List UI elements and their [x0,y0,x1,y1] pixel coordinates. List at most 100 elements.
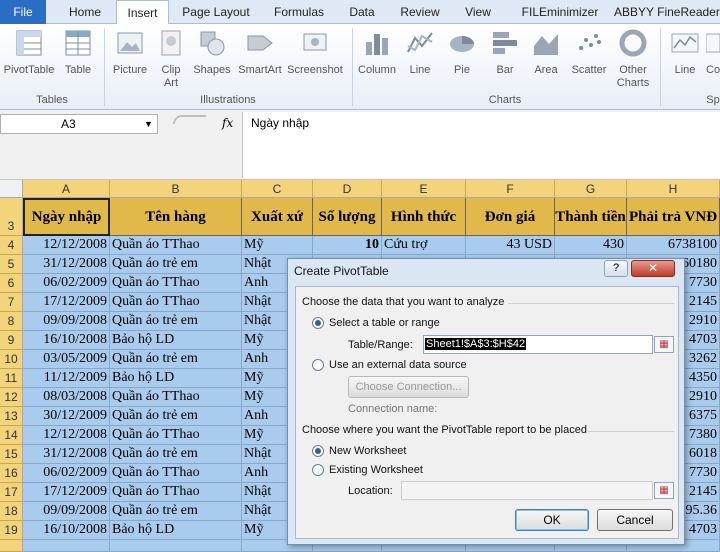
radio-existing-worksheet[interactable] [312,464,324,476]
table-cell[interactable]: Quần áo TThao [110,388,242,407]
row-header[interactable]: 7 [0,293,23,312]
table-cell[interactable] [110,540,242,552]
row-header[interactable]: 9 [0,331,23,350]
radio-external-source[interactable] [312,359,324,371]
tab-data[interactable]: Data [340,0,384,24]
radio-external-source-label[interactable]: Use an external data source [329,359,467,371]
tab-view[interactable]: View [456,0,500,24]
ok-button[interactable]: OK [515,509,589,531]
row-header[interactable]: 14 [0,426,23,445]
row-header[interactable]: 17 [0,483,23,502]
location-input[interactable] [401,481,653,500]
table-cell[interactable]: 12/12/2008 [23,426,110,445]
table-cell[interactable]: Quần áo TThao [110,293,242,312]
table-cell[interactable]: Mỹ [242,236,313,255]
formula-input[interactable]: Ngày nhập [242,112,720,178]
table-button[interactable]: Table [60,28,96,77]
table-cell[interactable]: Quần áo trẻ em [110,445,242,464]
column-header[interactable]: D [313,180,382,198]
table-cell[interactable]: 09/09/2008 [23,312,110,331]
close-button[interactable]: ✕ [631,260,675,277]
choose-connection-button[interactable]: Choose Connection... [348,376,469,398]
table-cell[interactable]: Quần áo trẻ em [110,312,242,331]
screenshot-button[interactable]: Screenshot [286,28,344,77]
radio-select-table[interactable] [312,317,324,329]
table-header-cell[interactable]: Phải trả VNĐ [627,198,720,236]
table-cell[interactable]: Quần áo TThao [110,236,242,255]
tab-insert[interactable]: Insert [116,0,169,25]
tab-page-layout[interactable]: Page Layout [176,0,256,24]
smartart-button[interactable]: SmartArt [236,28,284,77]
table-cell[interactable]: 31/12/2008 [23,255,110,274]
table-header-cell[interactable]: Đơn giá [466,198,555,236]
column-header[interactable]: H [627,180,720,198]
table-cell[interactable]: Quần áo trẻ em [110,350,242,369]
table-cell[interactable]: Quần áo trẻ em [110,255,242,274]
tab-review[interactable]: Review [394,0,446,24]
column-header[interactable]: B [110,180,242,198]
table-cell[interactable]: Quần áo trẻ em [110,502,242,521]
table-cell[interactable]: 06/02/2009 [23,274,110,293]
scatter-chart-button[interactable]: Scatter [568,28,610,77]
row-header[interactable]: 12 [0,388,23,407]
tab-home[interactable]: Home [60,0,110,24]
row-header[interactable]: 10 [0,350,23,369]
tab-fileminimizer[interactable]: FILEminimizer [510,0,610,24]
radio-new-worksheet[interactable] [312,445,324,457]
select-all-corner[interactable] [0,180,23,198]
table-header-cell[interactable]: Thành tiền [555,198,627,236]
other-charts-button[interactable]: Other Charts [612,28,654,90]
radio-existing-worksheet-label[interactable]: Existing Worksheet [329,464,423,476]
table-cell[interactable]: Quần áo TThao [110,483,242,502]
row-header[interactable]: 11 [0,369,23,388]
table-cell[interactable]: 10 [313,236,382,255]
table-cell[interactable]: 6738100 [627,236,720,255]
sparkline-line-button[interactable]: Line [666,28,704,77]
row-header[interactable]: 19 [0,521,23,540]
chevron-down-icon[interactable]: ▼ [144,115,153,133]
clipart-button[interactable]: Clip Art [154,28,188,90]
picture-button[interactable]: Picture [110,28,150,77]
table-cell[interactable]: 06/02/2009 [23,464,110,483]
collapse-dialog-icon[interactable]: ▦ [654,482,674,499]
table-cell[interactable]: Quần áo trẻ em [110,407,242,426]
table-cell[interactable]: 31/12/2008 [23,445,110,464]
row-header[interactable]: 3 [0,198,23,236]
table-header-cell[interactable]: Xuất xứ [242,198,313,236]
table-cell[interactable]: Quần áo TThao [110,274,242,293]
pivottable-button[interactable]: PivotTable [2,28,56,77]
bar-chart-button[interactable]: Bar [486,28,524,77]
table-cell[interactable]: 12/12/2008 [23,236,110,255]
radio-new-worksheet-label[interactable]: New Worksheet [329,445,406,457]
area-chart-button[interactable]: Area [526,28,566,77]
column-chart-button[interactable]: Column [356,28,398,77]
table-cell[interactable]: Bảo hộ LD [110,369,242,388]
table-header-cell[interactable]: Ngày nhập [23,198,110,236]
line-chart-button[interactable]: Line [402,28,438,77]
table-cell[interactable]: 17/12/2009 [23,483,110,502]
row-header[interactable]: 18 [0,502,23,521]
table-cell[interactable]: Bảo hộ LD [110,331,242,350]
shapes-button[interactable]: Shapes [192,28,232,77]
table-range-input[interactable]: Sheet1!$A$3:$H$42 [423,335,653,354]
table-cell[interactable]: Cứu trợ [382,236,466,255]
row-header[interactable]: 6 [0,274,23,293]
table-cell[interactable]: 16/10/2008 [23,331,110,350]
row-header[interactable]: 16 [0,464,23,483]
column-header[interactable]: G [555,180,627,198]
row-header[interactable]: 13 [0,407,23,426]
insert-function-icon[interactable]: fx [222,116,233,130]
table-header-cell[interactable]: Hình thức [382,198,466,236]
tab-abbyy[interactable]: ABBYY FineReader 11 [614,0,720,43]
table-header-cell[interactable]: Tên hàng [110,198,242,236]
table-cell[interactable]: 03/05/2009 [23,350,110,369]
row-header[interactable]: 4 [0,236,23,255]
tab-file[interactable]: File [0,0,46,24]
table-cell[interactable]: 17/12/2009 [23,293,110,312]
row-header[interactable] [0,540,23,552]
table-cell[interactable]: 43 USD [466,236,555,255]
cancel-button[interactable]: Cancel [597,509,673,531]
tab-formulas[interactable]: Formulas [266,0,332,24]
column-header[interactable]: C [242,180,313,198]
row-header[interactable]: 8 [0,312,23,331]
